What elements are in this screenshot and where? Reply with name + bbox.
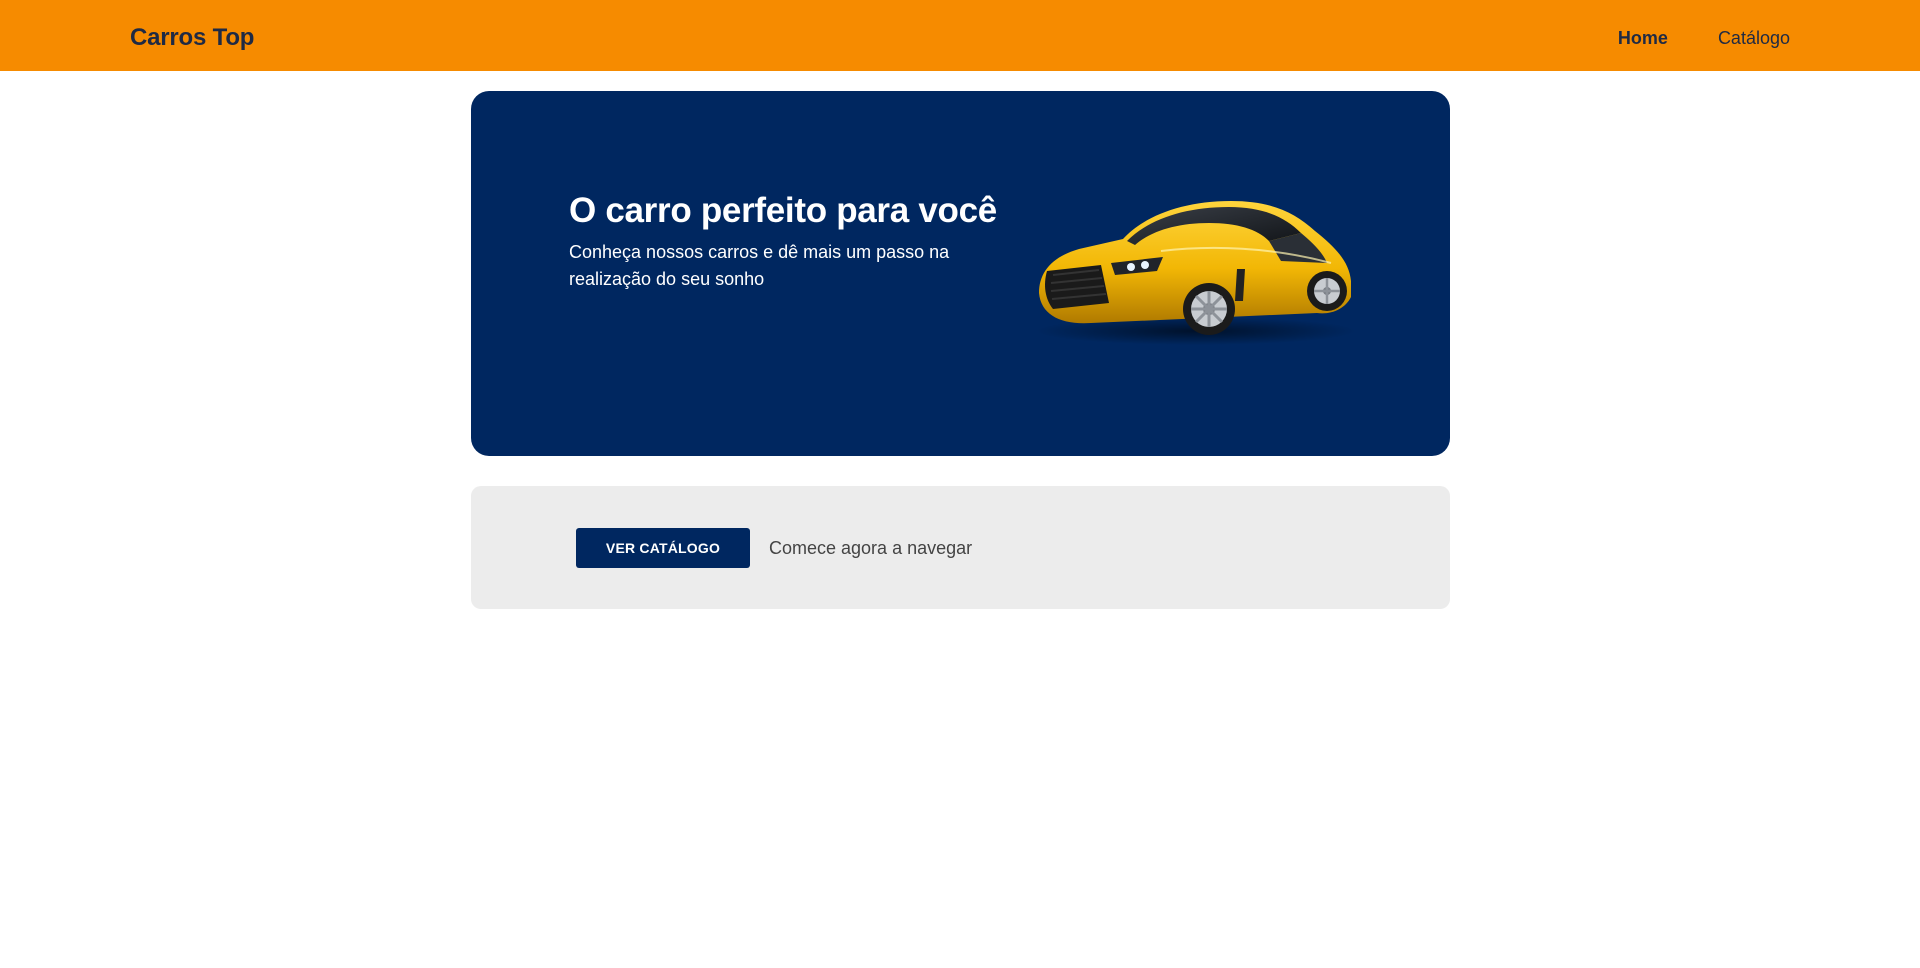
nav-links: Home Catálogo — [1618, 28, 1790, 49]
cta-text: Comece agora a navegar — [769, 538, 973, 558]
rear-wheel — [1307, 271, 1347, 311]
ver-catalogo-button[interactable]: VER CATÁLOGO — [576, 528, 750, 568]
headlight-lens — [1141, 261, 1149, 269]
cta-section: VER CATÁLOGO Comece agora a navegar — [471, 486, 1450, 609]
front-wheel — [1183, 283, 1235, 335]
nav-link-home[interactable]: Home — [1618, 28, 1668, 49]
brand-logo[interactable]: Carros Top — [130, 24, 254, 52]
hero-title: O carro perfeito para você — [569, 191, 997, 230]
hero-banner: O carro perfeito para você Conheça nosso… — [471, 91, 1450, 456]
hero-subtitle: Conheça nossos carros e dê mais um passo… — [569, 242, 950, 289]
navbar: Carros Top Home Catálogo — [0, 0, 1920, 71]
car-image — [1036, 201, 1356, 345]
nav-link-catalogo[interactable]: Catálogo — [1718, 28, 1790, 49]
headlight-lens — [1127, 263, 1135, 271]
